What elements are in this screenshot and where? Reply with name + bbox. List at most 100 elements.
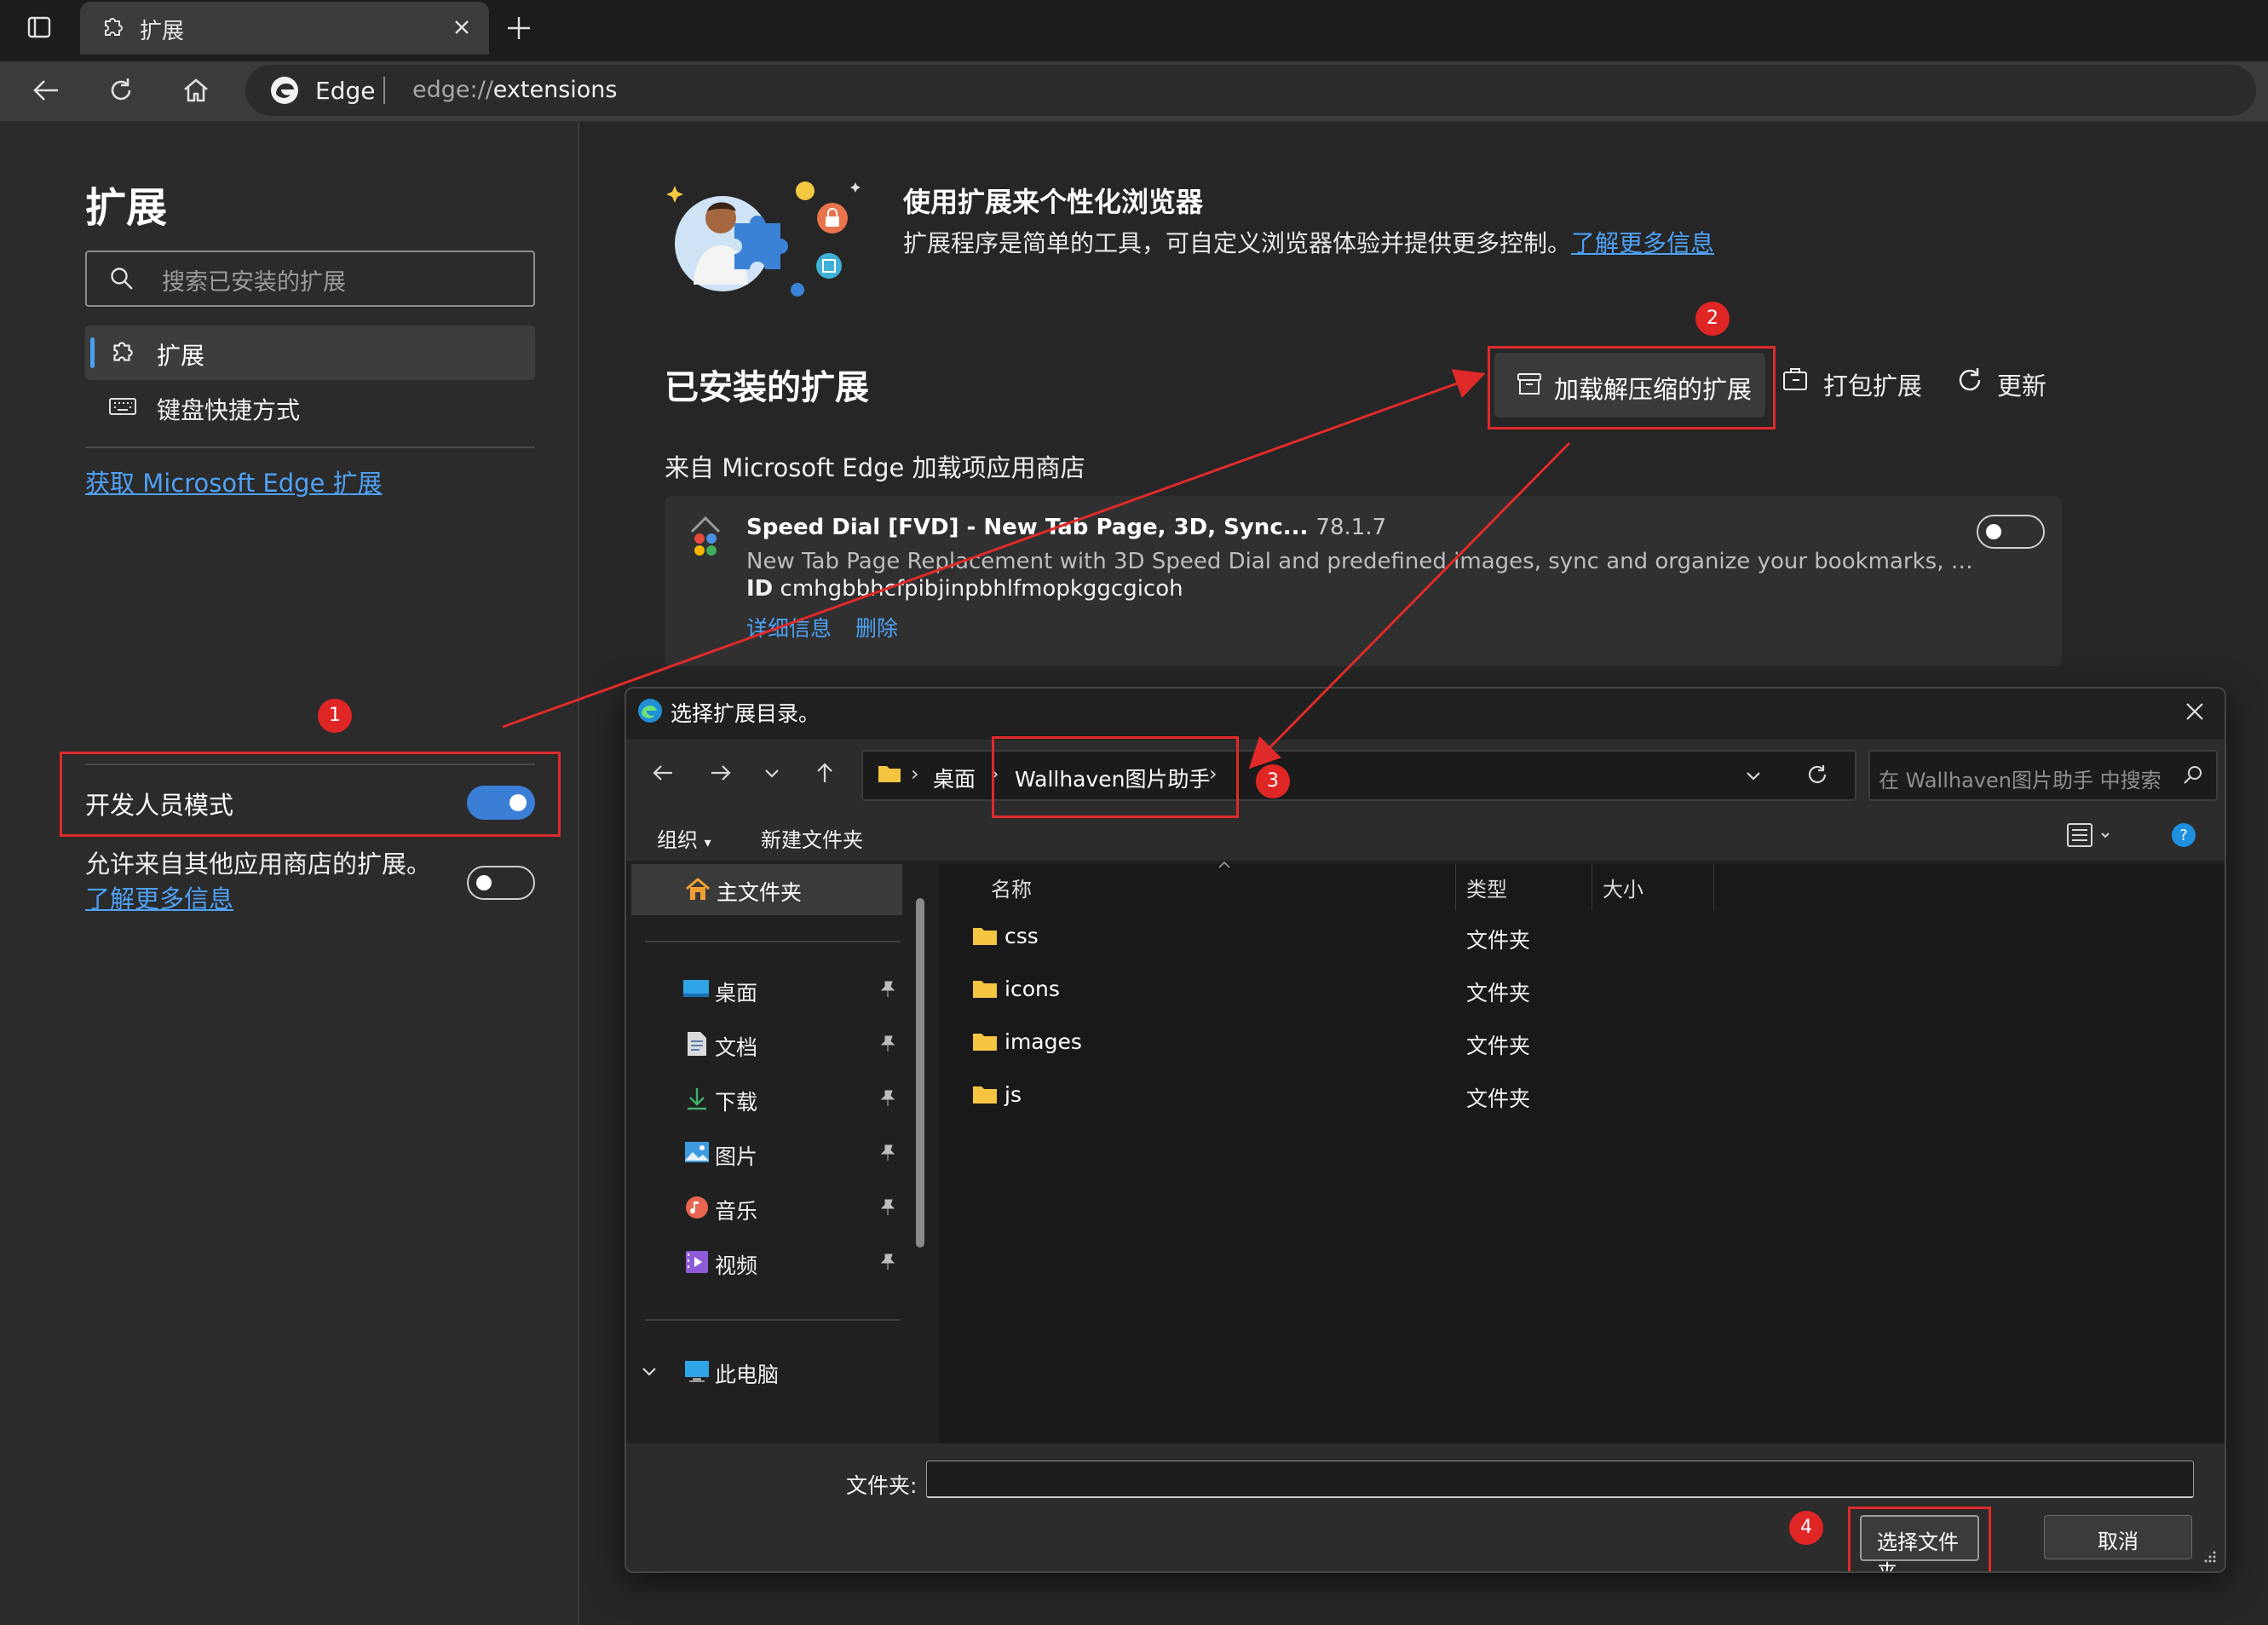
hero-description: 扩展程序是简单的工具，可自定义浏览器体验并提供更多控制。了解更多信息 [903,229,1715,257]
folder-name-input[interactable] [926,1461,2194,1498]
pin-icon[interactable] [878,1034,897,1053]
file-name: css [1004,924,1039,948]
other-stores-text: 允许来自其他应用商店的扩展。了解更多信息 [85,850,432,913]
extension-remove-link[interactable]: 删除 [855,612,898,643]
column-header-name[interactable]: 名称 [991,873,1032,902]
up-arrow-icon[interactable] [812,760,838,786]
developer-mode-toggle[interactable] [467,786,535,820]
folder-field-label: 文件夹: [846,1473,918,1498]
folder-icon [972,1031,998,1055]
nav-home-folder[interactable]: 主文件夹 [631,864,902,915]
nav-item-pictures[interactable]: 图片 [626,1132,907,1174]
extension-enable-toggle[interactable] [1977,515,2045,549]
nav-item-desktop[interactable]: 桌面 [626,968,907,1011]
close-icon[interactable] [2184,700,2206,723]
toolbar: Edge edge://extensions [0,61,2268,123]
close-tab-icon[interactable] [452,17,472,37]
pin-icon[interactable] [878,1144,897,1162]
chevron-down-icon[interactable] [1742,764,1764,787]
dialog-search-input[interactable]: 在 Wallhaven图片助手 中搜索 [1868,750,2218,801]
chevron-right-icon: › [911,762,919,786]
search-installed-input[interactable]: 搜索已安装的扩展 [85,251,535,307]
nav-item-this-pc[interactable]: 此电脑 [626,1350,907,1392]
help-icon[interactable]: ? [2170,821,2197,849]
extension-version: 78.1.7 [1315,515,1387,540]
column-header-size[interactable]: 大小 [1603,873,1643,902]
column-separator[interactable] [1455,864,1456,910]
tab-actions-icon[interactable] [26,14,53,41]
file-row[interactable]: js 文件夹 [940,1072,1877,1116]
column-header-type[interactable]: 类型 [1466,873,1507,902]
learn-more-link[interactable]: 了解更多信息 [85,885,233,913]
folder-icon [877,762,902,784]
sidebar-item-extensions[interactable]: 扩展 [85,326,535,380]
scrollbar[interactable] [916,898,924,1248]
search-icon [2182,764,2204,786]
hero-learn-more-link[interactable]: 了解更多信息 [1571,229,1714,257]
file-name: icons [1004,977,1060,1001]
select-folder-dialog: 选择扩展目录。 › 桌面 › Wallhaven图片助手 › 在 Wallhav… [625,687,2226,1573]
refresh-icon[interactable] [106,75,136,106]
tab-strip: 扩展 [0,0,2268,61]
organize-menu[interactable]: 组织 ▾ [657,823,711,853]
load-unpacked-button[interactable]: 加载解压缩的扩展 [1494,353,1765,418]
new-folder-button[interactable]: 新建文件夹 [761,823,863,853]
select-folder-label: 选择文件夹 [1877,1530,1959,1573]
forward-icon[interactable] [708,760,734,786]
hero-title: 使用扩展来个性化浏览器 [903,186,1204,218]
divider [85,447,535,448]
update-label: 更新 [1997,372,2047,400]
file-row[interactable]: images 文件夹 [940,1019,1877,1063]
pin-icon[interactable] [878,1253,897,1271]
extension-details-link[interactable]: 详细信息 [746,612,832,643]
documents-icon [686,1031,708,1057]
toggle-knob [509,794,527,811]
file-type: 文件夹 [1466,981,1531,1006]
dialog-command-bar: 组织 ▾ 新建文件夹 ? [626,808,2225,861]
new-tab-icon[interactable] [504,14,533,43]
hero-illustration-icon [665,174,861,302]
nav-item-music[interactable]: 音乐 [626,1186,907,1229]
home-icon[interactable] [181,75,211,106]
cancel-button[interactable]: 取消 [2044,1515,2192,1559]
refresh-icon[interactable] [1805,763,1829,787]
back-icon[interactable] [650,760,676,786]
pin-icon[interactable] [878,1089,897,1108]
view-options-icon[interactable] [2066,821,2117,849]
get-extensions-link[interactable]: 获取 Microsoft Edge 扩展 [85,464,383,499]
folder-icon [972,925,998,949]
divider [645,941,901,942]
pin-icon[interactable] [878,980,897,999]
developer-mode-label: 开发人员模式 [85,791,234,820]
annotation-badge-4: 4 [1789,1511,1823,1545]
sidebar-item-keyboard-shortcuts[interactable]: 键盘快捷方式 [157,392,300,426]
archive-icon [1515,370,1544,399]
chevron-down-icon[interactable] [640,1362,659,1380]
installed-extensions-title: 已安装的扩展 [665,368,869,407]
file-row[interactable]: css 文件夹 [940,913,1877,958]
chevron-down-icon[interactable] [761,762,783,784]
nav-item-documents[interactable]: 文档 [626,1023,907,1065]
nav-item-videos[interactable]: 视频 [626,1241,907,1283]
address-bar[interactable]: Edge edge://extensions [245,65,2256,116]
annotation-badge-1: 1 [318,699,352,733]
extension-card: Speed Dial [FVD] - New Tab Page, 3D, Syn… [665,496,2062,666]
toggle-knob [476,875,492,890]
select-folder-button[interactable]: 选择文件夹 [1860,1515,1979,1571]
file-name: js [1004,1082,1022,1107]
toggle-knob [1986,524,2001,539]
nav-item-downloads[interactable]: 下载 [626,1077,907,1120]
file-row[interactable]: icons 文件夹 [940,966,1877,1011]
extension-description: New Tab Page Replacement with 3D Speed D… [746,549,1973,574]
back-icon[interactable] [31,75,61,106]
folder-icon [972,978,998,1002]
breadcrumb-desktop[interactable]: 桌面 [933,763,976,793]
folder-icon [972,1084,998,1108]
edge-label: Edge [315,77,376,105]
pin-icon[interactable] [878,1198,897,1217]
extension-id: ID cmhgbbhcfpibjinpbhlfmopkggcgicoh [746,576,1183,602]
other-stores-toggle[interactable] [467,866,535,900]
resize-grip-icon[interactable] [2202,1549,2218,1564]
column-separator[interactable] [1713,864,1714,910]
tab-extensions[interactable]: 扩展 [80,2,489,55]
